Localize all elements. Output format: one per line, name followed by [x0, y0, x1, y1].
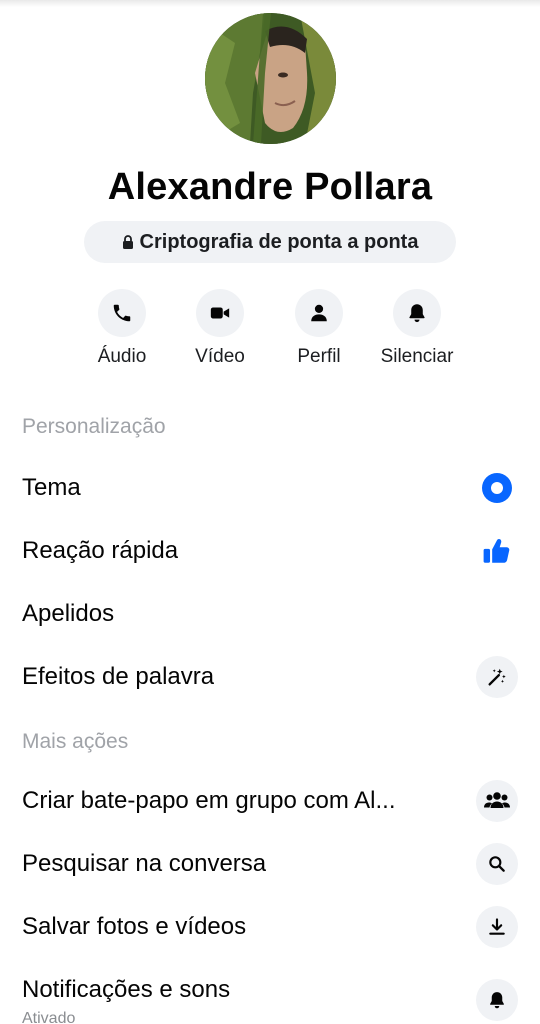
- video-call-label: Vídeo: [195, 346, 245, 367]
- row-search-conversation-label: Pesquisar na conversa: [22, 850, 267, 877]
- audio-call-circle[interactable]: [98, 289, 146, 337]
- quick-reaction-indicator: [476, 530, 518, 572]
- row-save-media[interactable]: Salvar fotos e vídeos: [0, 897, 540, 957]
- word-effects-icon-wrap: [476, 656, 518, 698]
- row-notifications-label: Notificações e sons: [22, 976, 231, 1003]
- encryption-badge[interactable]: Criptografia de ponta a ponta: [84, 221, 456, 263]
- row-notifications[interactable]: Notificações e sons Ativado: [0, 960, 540, 1024]
- download-icon-wrap: [476, 906, 518, 948]
- row-word-effects-label: Efeitos de palavra: [22, 663, 215, 690]
- row-create-group[interactable]: Criar bate-papo em grupo com Al...: [0, 771, 540, 831]
- row-word-effects[interactable]: Efeitos de palavra: [0, 647, 540, 707]
- row-quick-reaction-label: Reação rápida: [22, 537, 179, 564]
- mute-label: Silenciar: [380, 346, 454, 367]
- profile-name: Alexandre Pollara: [107, 166, 433, 208]
- row-nicknames[interactable]: Apelidos: [0, 584, 540, 644]
- row-quick-reaction[interactable]: Reação rápida: [0, 521, 540, 581]
- section-title-more-actions: Mais ações: [22, 730, 129, 753]
- audio-call-label: Áudio: [97, 346, 147, 367]
- avatar[interactable]: [205, 13, 336, 144]
- group-icon: [484, 792, 510, 808]
- magic-wand-icon: [488, 668, 506, 686]
- lock-icon: [122, 235, 133, 249]
- quick-actions: Áudio Vídeo Perfil Silenciar: [0, 289, 540, 379]
- download-icon: [489, 918, 505, 935]
- row-notifications-status: Ativado: [22, 1010, 76, 1024]
- theme-dot-icon: [482, 473, 512, 503]
- top-edge-shadow: [0, 0, 540, 7]
- search-icon: [489, 856, 505, 872]
- thumbs-up-icon: [483, 538, 510, 563]
- notifications-icon-wrap: [476, 979, 518, 1021]
- conversation-details-screen: Alexandre Pollara Criptografia de ponta …: [0, 0, 540, 1024]
- phone-icon: [113, 304, 131, 322]
- avatar-photo: [205, 13, 336, 144]
- bell-icon: [490, 992, 504, 1009]
- profile-label: Perfil: [297, 346, 341, 367]
- mute-button[interactable]: Silenciar: [357, 289, 477, 368]
- create-group-icon-wrap: [476, 780, 518, 822]
- row-save-media-label: Salvar fotos e vídeos: [22, 913, 247, 940]
- row-theme-label: Tema: [22, 474, 81, 501]
- video-camera-icon: [210, 307, 230, 319]
- row-search-conversation[interactable]: Pesquisar na conversa: [0, 834, 540, 894]
- row-theme[interactable]: Tema: [0, 458, 540, 518]
- row-create-group-label: Criar bate-papo em grupo com Al...: [22, 787, 396, 814]
- person-icon: [311, 304, 327, 322]
- video-call-circle[interactable]: [196, 289, 244, 337]
- theme-indicator: [476, 467, 518, 509]
- mute-circle[interactable]: [393, 289, 441, 337]
- search-icon-wrap: [476, 843, 518, 885]
- bell-icon: [409, 304, 425, 323]
- profile-circle[interactable]: [295, 289, 343, 337]
- encryption-label: Criptografia de ponta a ponta: [139, 230, 419, 253]
- section-title-personalization: Personalização: [22, 415, 166, 438]
- row-nicknames-label: Apelidos: [22, 600, 115, 627]
